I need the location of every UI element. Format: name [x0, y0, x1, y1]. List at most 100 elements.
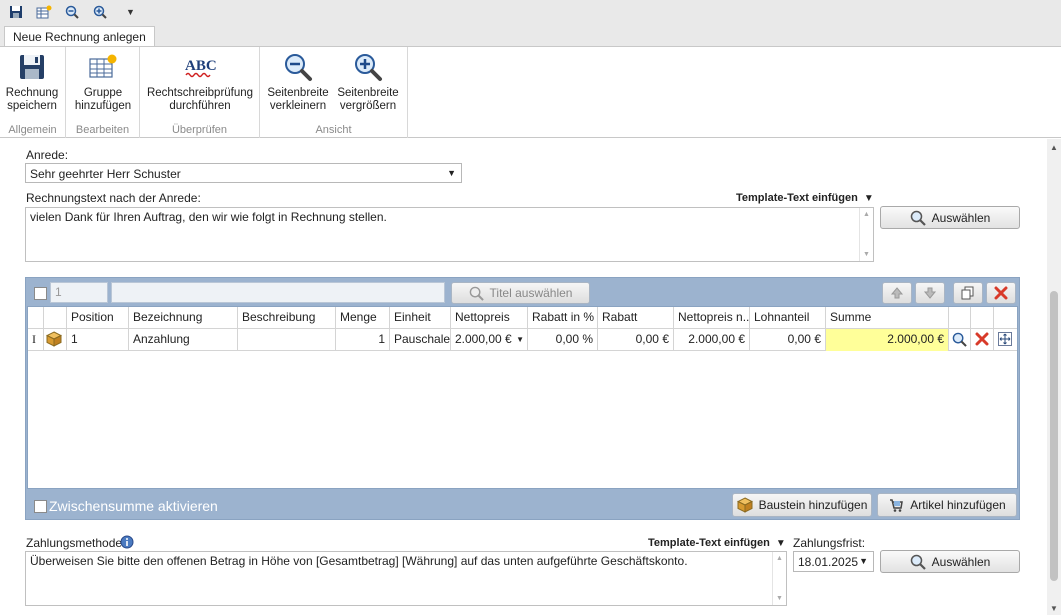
add-group-line1: Gruppe [83, 87, 123, 99]
group-number-field[interactable]: 1 [50, 282, 108, 303]
add-group-line2: hinzufügen [74, 100, 132, 112]
tab-neue-rechnung[interactable]: Neue Rechnung anlegen [4, 26, 155, 48]
spellcheck-button[interactable]: ABC Rechtschreibprüfung durchführen [144, 51, 256, 113]
cell-bezeichnung[interactable]: Anzahlung [129, 329, 238, 351]
col-header-search [949, 307, 971, 329]
col-header-summe[interactable]: Summe [826, 307, 949, 329]
add-article-button[interactable]: Artikel hinzufügen [877, 493, 1017, 517]
textarea-scrollbar[interactable]: ▲ ▼ [772, 552, 786, 605]
insert-template-link[interactable]: Template-Text einfügen ▼ [736, 192, 874, 204]
col-header-beschreibung[interactable]: Beschreibung [238, 307, 336, 329]
move-up-button[interactable] [882, 282, 912, 304]
col-header-bezeichnung[interactable]: Bezeichnung [129, 307, 238, 329]
invoice-text-value: vielen Dank für Ihren Auftrag, den wir w… [30, 210, 387, 224]
payment-deadline-select[interactable]: 18.01.2025 ▼ [793, 551, 874, 572]
zoom-out-icon [282, 51, 314, 83]
move-down-button[interactable] [915, 282, 945, 304]
invoice-text-area[interactable]: vielen Dank für Ihren Auftrag, den wir w… [25, 207, 874, 262]
group-label-ansicht: Ansicht [315, 124, 352, 136]
select-text-button[interactable]: Auswählen [880, 206, 1020, 229]
select-text-label: Auswählen [931, 210, 991, 225]
row-delete-icon[interactable] [971, 329, 994, 351]
textarea-scrollbar[interactable]: ▲ ▼ [859, 208, 873, 261]
cell-lohnanteil[interactable]: 0,00 € [750, 329, 826, 351]
payment-text-area[interactable]: Überweisen Sie bitte den offenen Betrag … [25, 551, 787, 606]
delete-group-button[interactable] [986, 282, 1016, 304]
row-search-icon[interactable] [949, 329, 971, 351]
table-add-icon [87, 51, 119, 83]
invoice-text-label: Rechnungstext nach der Anrede: [26, 191, 201, 205]
cell-nettopreis-value: 2.000,00 € [455, 332, 512, 346]
col-header-nettopreis[interactable]: Nettopreis [451, 307, 528, 329]
col-header-rabatt-prozent[interactable]: Rabatt in % [528, 307, 598, 329]
arrow-down-icon [923, 287, 937, 299]
cell-einheit[interactable]: Pauschale [390, 329, 451, 351]
cell-position[interactable]: 1 [67, 329, 129, 351]
cell-menge[interactable]: 1 [336, 329, 390, 351]
cell-rabatt[interactable]: 0,00 € [598, 329, 674, 351]
scroll-thumb[interactable] [1050, 291, 1058, 581]
subtotal-label: Zwischensumme aktivieren [49, 498, 218, 514]
payment-deadline-label: Zahlungsfrist: [793, 536, 866, 550]
cell-rabatt-prozent[interactable]: 0,00 % [528, 329, 598, 351]
quick-access-toolbar: ▼ [0, 0, 1061, 24]
col-header-rabatt[interactable]: Rabatt [598, 307, 674, 329]
col-header-nettopreis-n[interactable]: Nettopreis n... [674, 307, 750, 329]
payment-select-button[interactable]: Auswählen [880, 550, 1020, 573]
save-icon[interactable] [6, 2, 26, 22]
group-checkbox[interactable] [34, 287, 47, 300]
page-width-increase-button[interactable]: Seitenbreite vergrößern [334, 51, 402, 113]
table-row[interactable]: I 1 Anzahlung 1 Pauschale 2.000,00 € ▼ 0… [28, 329, 1017, 351]
search-icon [469, 286, 484, 301]
anrede-select[interactable]: Sehr geehrter Herr Schuster ▼ [25, 163, 462, 183]
group-title-field[interactable] [111, 282, 445, 303]
save-invoice-button[interactable]: Rechnung speichern [4, 51, 60, 113]
chevron-down-icon: ▼ [447, 168, 456, 178]
chevron-down-icon[interactable]: ▼ [516, 329, 524, 350]
payment-insert-template-link[interactable]: Template-Text einfügen ▼ [648, 537, 786, 549]
cell-nettopreis-n[interactable]: 2.000,00 € [674, 329, 750, 351]
copy-group-button[interactable] [953, 282, 983, 304]
scroll-down-icon[interactable]: ▼ [1050, 604, 1058, 613]
package-icon [44, 329, 67, 351]
col-header-lohnanteil[interactable]: Lohnanteil [750, 307, 826, 329]
select-title-button[interactable]: Titel auswählen [451, 282, 590, 304]
page-width-increase-line2: vergrößern [339, 100, 397, 112]
zoom-in-icon[interactable] [90, 2, 110, 22]
anrede-label: Anrede: [26, 148, 69, 162]
add-group-button[interactable]: Gruppe hinzufügen [70, 51, 136, 113]
cell-nettopreis[interactable]: 2.000,00 € ▼ [451, 329, 528, 351]
add-group-icon[interactable] [34, 2, 54, 22]
package-icon [736, 497, 753, 513]
info-icon[interactable] [120, 535, 134, 552]
floppy-disk-icon [16, 51, 48, 83]
zoom-out-icon[interactable] [62, 2, 82, 22]
add-building-block-label: Baustein hinzufügen [758, 498, 868, 512]
row-marker: I [28, 329, 44, 351]
ribbon-group-bearbeiten: Gruppe hinzufügen Bearbeiten [66, 47, 140, 138]
group-number-value: 1 [55, 285, 62, 299]
add-article-label: Artikel hinzufügen [910, 498, 1006, 512]
spellcheck-icon: ABC [184, 51, 216, 83]
col-header-menge[interactable]: Menge [336, 307, 390, 329]
customize-toolbar-dropdown-icon[interactable]: ▼ [126, 7, 135, 17]
scroll-up-icon[interactable]: ▲ [1050, 143, 1058, 152]
page-scrollbar[interactable]: ▲ ▼ [1047, 139, 1061, 615]
payment-method-label: Zahlungsmethode: [26, 536, 126, 550]
row-move-icon[interactable] [994, 329, 1017, 351]
cell-beschreibung[interactable] [238, 329, 336, 351]
select-title-label: Titel auswählen [489, 286, 573, 300]
add-building-block-button[interactable]: Baustein hinzufügen [732, 493, 872, 517]
subtotal-checkbox[interactable] [34, 500, 47, 513]
col-header-einheit[interactable]: Einheit [390, 307, 451, 329]
col-header-marker [28, 307, 44, 329]
group-label-ueberpruefen: Überprüfen [171, 124, 228, 136]
ribbon-group-ueberpruefen: ABC Rechtschreibprüfung durchführen Über… [140, 47, 260, 138]
cell-summe[interactable]: 2.000,00 € [826, 329, 949, 351]
page-width-decrease-button[interactable]: Seitenbreite verkleinern [264, 51, 332, 113]
col-header-position[interactable]: Position [67, 307, 129, 329]
arrow-up-icon [890, 287, 904, 299]
save-invoice-line1: Rechnung [5, 87, 59, 99]
insert-template-label: Template-Text einfügen [736, 192, 858, 204]
copy-icon [961, 286, 974, 300]
